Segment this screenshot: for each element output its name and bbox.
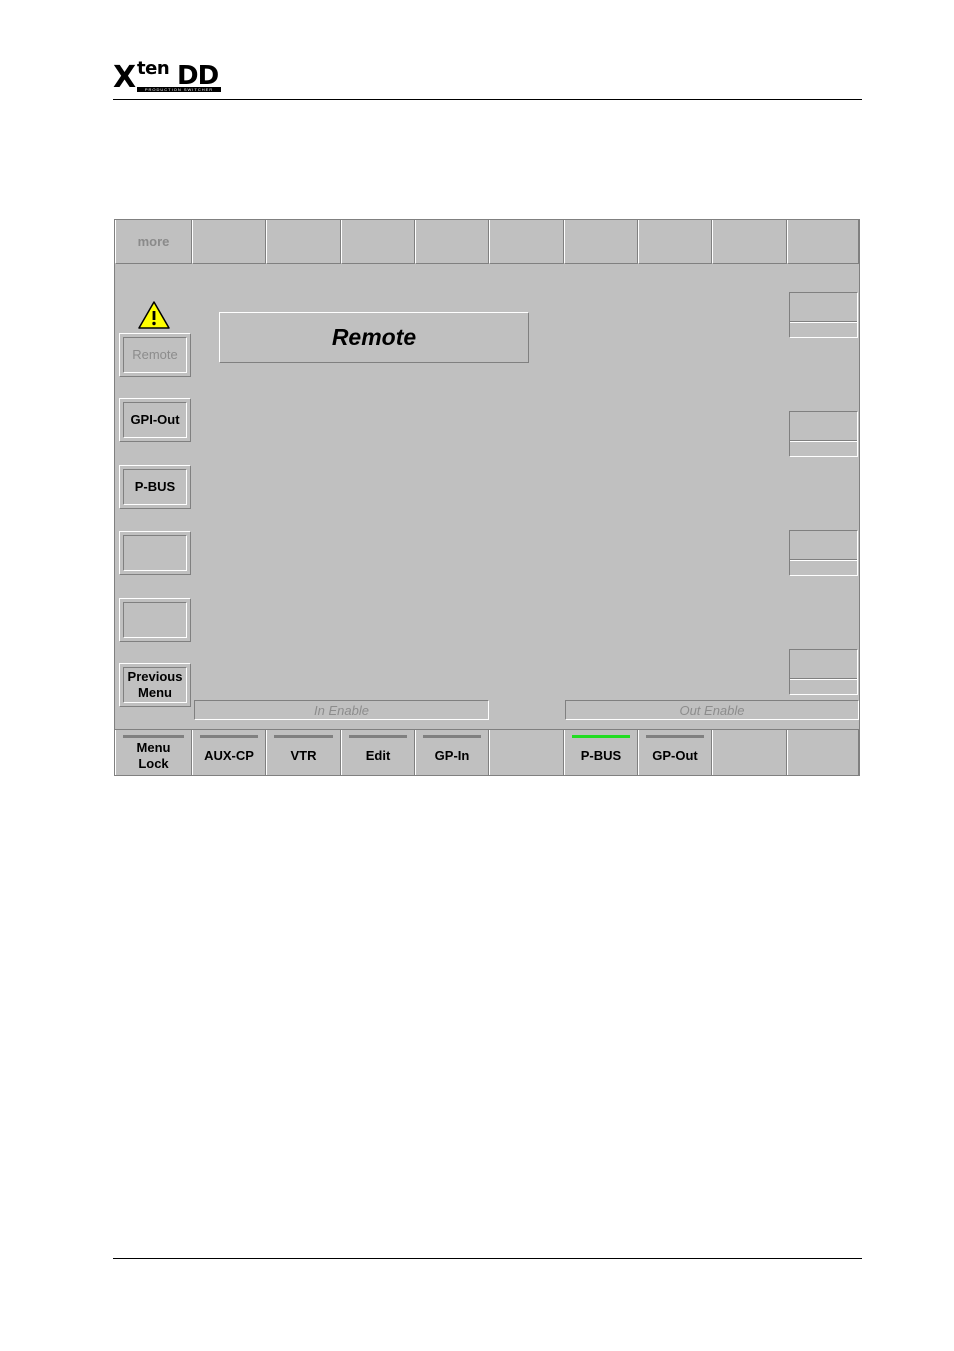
vtr-button[interactable]: VTR xyxy=(266,730,341,775)
header-rule xyxy=(113,99,862,100)
right-field-2[interactable] xyxy=(789,411,858,457)
footer-rule xyxy=(113,1258,862,1259)
previous-menu-button-label: Previous Menu xyxy=(123,667,187,703)
right-field-4[interactable] xyxy=(789,649,858,695)
top-button-4[interactable] xyxy=(341,220,415,264)
menu-lock-button[interactable]: Menu Lock xyxy=(115,730,192,775)
left-blank-button-1[interactable] xyxy=(119,531,191,575)
bottom-blank-button-1[interactable] xyxy=(489,730,564,775)
lamp-indicator xyxy=(423,735,481,738)
lamp-indicator xyxy=(200,735,258,738)
lamp-indicator xyxy=(274,735,333,738)
in-enable-label: In Enable xyxy=(194,700,489,720)
lamp-indicator xyxy=(123,735,184,738)
gpi-out-button[interactable]: GPI-Out xyxy=(119,398,191,442)
bottom-button-bar: Menu Lock AUX-CP VTR Edit GP-In P-BUS GP… xyxy=(115,729,859,775)
lamp-indicator-active xyxy=(572,735,630,738)
left-blank-button-2[interactable] xyxy=(119,598,191,642)
more-button[interactable]: more xyxy=(115,220,192,264)
gpi-out-button-label: GPI-Out xyxy=(123,402,187,438)
left-blank-button-1-label xyxy=(123,535,187,571)
top-button-6[interactable] xyxy=(489,220,564,264)
edit-label: Edit xyxy=(365,747,391,763)
top-button-3[interactable] xyxy=(266,220,341,264)
top-button-8[interactable] xyxy=(638,220,712,264)
top-button-2[interactable] xyxy=(192,220,266,264)
edit-button[interactable]: Edit xyxy=(341,730,415,775)
top-button-bar: more xyxy=(115,220,859,265)
left-blank-button-2-label xyxy=(123,602,187,638)
logo-ten: ten xyxy=(137,58,170,79)
p-bus-button-label: P-BUS xyxy=(123,469,187,505)
remote-button-label: Remote xyxy=(123,337,187,373)
p-bus-button[interactable]: P-BUS xyxy=(119,465,191,509)
vtr-label: VTR xyxy=(290,747,317,763)
logo-dd: DD xyxy=(177,61,219,91)
p-bus-tab-label: P-BUS xyxy=(580,747,622,763)
p-bus-tab-button[interactable]: P-BUS xyxy=(564,730,638,775)
top-button-10[interactable] xyxy=(787,220,859,264)
remote-menu-panel: more Remote GPI-Out P-BUS Previous Menu … xyxy=(114,219,860,776)
previous-menu-button[interactable]: Previous Menu xyxy=(119,663,191,707)
xtendd-logo: X ten DD PRODUCTION SWITCHER xyxy=(113,60,223,96)
gp-in-button[interactable]: GP-In xyxy=(415,730,489,775)
remote-button[interactable]: Remote xyxy=(119,333,191,377)
bottom-blank-button-3[interactable] xyxy=(787,730,859,775)
menu-lock-label: Menu Lock xyxy=(136,739,171,771)
gp-in-label: GP-In xyxy=(434,747,470,763)
gp-out-label: GP-Out xyxy=(652,747,698,763)
aux-cp-label: AUX-CP xyxy=(204,747,254,763)
top-button-9[interactable] xyxy=(712,220,787,264)
warning-icon xyxy=(138,301,170,329)
top-button-7[interactable] xyxy=(564,220,638,264)
lamp-indicator xyxy=(646,735,704,738)
bottom-blank-button-2[interactable] xyxy=(712,730,787,775)
page-title: Remote xyxy=(219,312,529,363)
right-field-1[interactable] xyxy=(789,292,858,338)
out-enable-label: Out Enable xyxy=(565,700,859,720)
gp-out-button[interactable]: GP-Out xyxy=(638,730,712,775)
right-field-3[interactable] xyxy=(789,530,858,576)
logo-x: X xyxy=(113,60,137,95)
lamp-indicator xyxy=(349,735,407,738)
aux-cp-button[interactable]: AUX-CP xyxy=(192,730,266,775)
top-button-5[interactable] xyxy=(415,220,489,264)
logo-tagline: PRODUCTION SWITCHER xyxy=(137,87,221,92)
